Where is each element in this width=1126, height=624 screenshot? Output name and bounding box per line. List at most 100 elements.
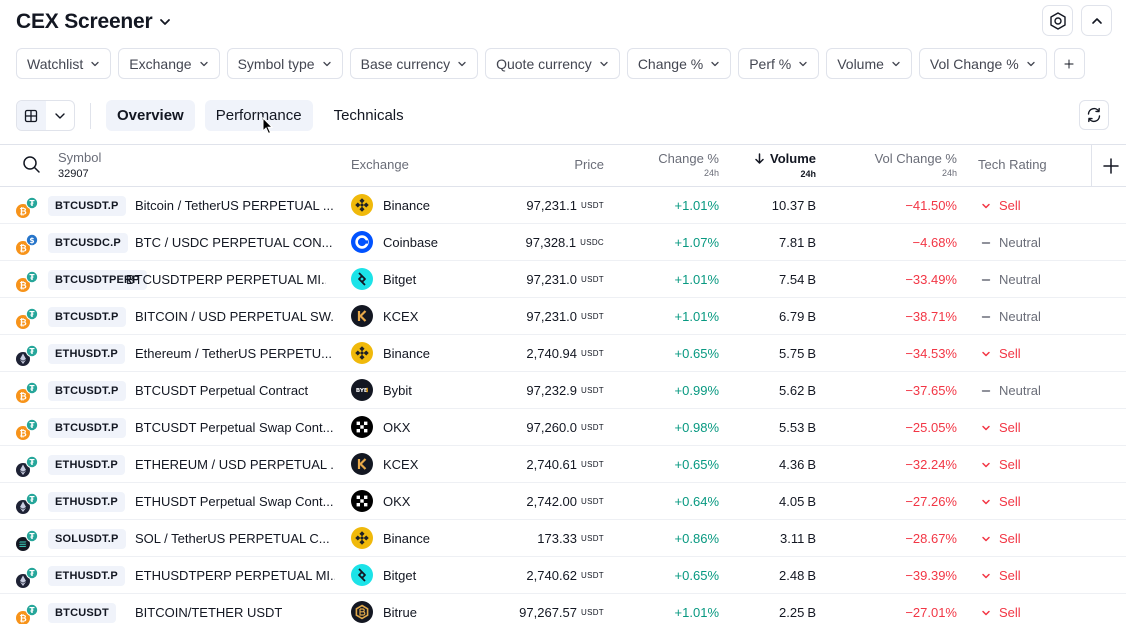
volume-unit: B [807,198,816,213]
change-percent: +1.01% [674,605,719,620]
symbol-header-label: Symbol [58,150,102,165]
symbol-description[interactable]: ETHUSDT Perpetual Swap Cont... [135,483,333,520]
filter-quote-currency[interactable]: Quote currency [485,48,620,79]
table-row[interactable]: ₿ $ BTCUSDC.P BTC / USDC PERPETUAL CON... Co… [0,224,1126,261]
volume-cell: 4.36 B [779,446,816,483]
bitget-logo-icon [351,268,373,290]
symbol-description[interactable]: BTCUSDT Perpetual Contract [135,372,308,409]
filter-exchange[interactable]: Exchange [118,48,220,79]
table-row[interactable]: ₿ ₮ BTCUSDT.P BTCUSDT Perpetual Contract BYB… [0,372,1126,409]
column-header-vol-change[interactable]: Vol Change % 24h [875,151,957,178]
volume-cell: 2.48 B [779,557,816,594]
tab-technicals[interactable]: Technicals [323,100,415,131]
ticker-badge[interactable]: ETHUSDT.P [48,446,125,483]
tech-rating-label: Sell [999,346,1021,361]
exchange-name: Binance [383,198,430,213]
symbol-description[interactable]: BTC / USDC PERPETUAL CON... [135,224,332,261]
volume-value: 6.79 [779,309,805,324]
ticker-badge[interactable]: ETHUSDT.P [48,557,125,594]
divider [1091,145,1092,187]
filter-base-currency[interactable]: Base currency [349,48,479,79]
tech-rating-label: Neutral [999,383,1041,398]
ticker-symbol: ETHUSDT.P [48,491,125,512]
vol-change-percent: −34.53% [905,346,957,361]
symbol-description[interactable]: BTCUSDTPERP PERPETUAL MI... [126,261,326,298]
view-mode-toggle[interactable] [16,100,75,131]
column-header-tech-rating[interactable]: Tech Rating [978,157,1047,172]
change-percent: +1.01% [674,272,719,287]
ticker-badge[interactable]: BTCUSDC.P [48,224,128,261]
ticker-badge[interactable]: ETHUSDT.P [48,483,125,520]
column-header-volume[interactable]: Volume 24h [755,151,816,179]
volume-cell: 2.25 B [779,594,816,624]
mouse-cursor-icon [262,117,274,135]
sort-arrow-down-icon [755,153,764,164]
ticker-symbol: BTCUSDT.P [48,380,126,401]
volume-unit: B [807,457,816,472]
tab-performance[interactable]: Performance [204,100,313,131]
svg-text:₿: ₿ [19,318,26,329]
svg-text:₮: ₮ [29,606,35,615]
screener-title-menu[interactable]: CEX Screener [16,8,171,36]
table-row[interactable]: ₮ ETHUSDT.P Ethereum / TetherUS PERPETU...… [0,335,1126,372]
tech-rating-label: Sell [999,531,1021,546]
refresh-button[interactable] [1079,100,1109,130]
exchange-name: Binance [383,346,430,361]
collapse-button[interactable] [1081,5,1112,36]
settings-button[interactable] [1042,5,1073,36]
symbol-description[interactable]: BTCUSDT Perpetual Swap Cont... [135,409,333,446]
price-value: 97,260.0 [526,420,578,435]
column-header-symbol[interactable]: Symbol 32907 [58,150,101,180]
filter-change[interactable]: Change % [626,48,732,79]
symbol-description[interactable]: Bitcoin / TetherUS PERPETUAL ... [135,187,334,224]
table-row[interactable]: ₮ ETHUSDT.P ETHEREUM / USD PERPETUAL ... KC… [0,446,1126,483]
filter-label: Change % [637,55,704,72]
ticker-badge[interactable]: BTCUSDT.P [48,298,126,335]
filter-perf[interactable]: Perf % [738,48,820,79]
volume-unit: B [807,272,816,287]
btc-coin-icon: ₿ ₮ [15,603,39,624]
table-row[interactable]: ₿ ₮ BTCUSDT.P Bitcoin / TetherUS PERPETUAL … [0,187,1126,224]
ticker-badge[interactable]: BTCUSDT [48,594,116,624]
symbol-description[interactable]: ETHUSDTPERP PERPETUAL MI... [135,557,335,594]
eth-coin-icon: ₮ [15,344,39,368]
table-header: Symbol 32907 Exchange Price Change % 24h… [0,144,1126,187]
btc-coin-icon: ₿ ₮ [15,381,39,405]
symbol-description[interactable]: BITCOIN/TETHER USDT [135,594,282,624]
table-row[interactable]: ₿ ₮ BTCUSDT.P BITCOIN / USD PERPETUAL SW...… [0,298,1126,335]
eth-coin-icon: ₮ [15,566,39,590]
filter-volume[interactable]: Volume [826,48,912,79]
ticker-badge[interactable]: BTCUSDT.P [48,372,126,409]
ticker-badge[interactable]: BTCUSDT.P [48,409,126,446]
filter-symbol-type[interactable]: Symbol type [226,48,343,79]
table-row[interactable]: ₮ SOLUSDT.P SOL / TetherUS PERPETUAL C... B… [0,520,1126,557]
add-column-plus-icon[interactable] [1102,157,1120,175]
change-header-label: Change % [658,151,719,166]
chevron-down-icon [982,610,990,615]
table-row[interactable]: ₮ ETHUSDT.P ETHUSDTPERP PERPETUAL MI... Bit… [0,557,1126,594]
volume-value: 5.75 [779,346,805,361]
column-header-price[interactable]: Price [574,157,604,172]
ticker-badge[interactable]: ETHUSDT.P [48,335,125,372]
view-dropdown-button[interactable] [46,101,75,130]
symbol-description[interactable]: ETHEREUM / USD PERPETUAL ... [135,446,335,483]
filter-vol-change[interactable]: Vol Change % [918,48,1047,79]
price-cell: 97,231.1 USDT [526,187,604,224]
symbol-description[interactable]: Ethereum / TetherUS PERPETU... [135,335,332,372]
table-row[interactable]: ₮ ETHUSDT.P ETHUSDT Perpetual Swap Cont...… [0,483,1126,520]
add-filter-button[interactable] [1053,48,1085,79]
ticker-badge[interactable]: SOLUSDT.P [48,520,126,557]
table-row[interactable]: ₿ ₮ BTCUSDT BITCOIN/TETHER USDT Bitrue 97,267… [0,594,1126,624]
change-percent: +0.65% [674,457,719,472]
filter-watchlist[interactable]: Watchlist [16,48,112,79]
table-view-button[interactable] [17,101,46,130]
table-row[interactable]: ₿ ₮ BTCUSDTPERP BTCUSDTPERP PERPETUAL MI...… [0,261,1126,298]
ticker-badge[interactable]: BTCUSDT.P [48,187,126,224]
symbol-description[interactable]: SOL / TetherUS PERPETUAL C... [135,520,330,557]
table-row[interactable]: ₿ ₮ BTCUSDT.P BTCUSDT Perpetual Swap Cont..… [0,409,1126,446]
column-header-exchange[interactable]: Exchange [351,157,409,172]
symbol-description[interactable]: BITCOIN / USD PERPETUAL SW... [135,298,335,335]
search-icon[interactable] [22,155,41,174]
tab-overview[interactable]: Overview [106,100,195,131]
column-header-change[interactable]: Change % 24h [658,151,719,178]
